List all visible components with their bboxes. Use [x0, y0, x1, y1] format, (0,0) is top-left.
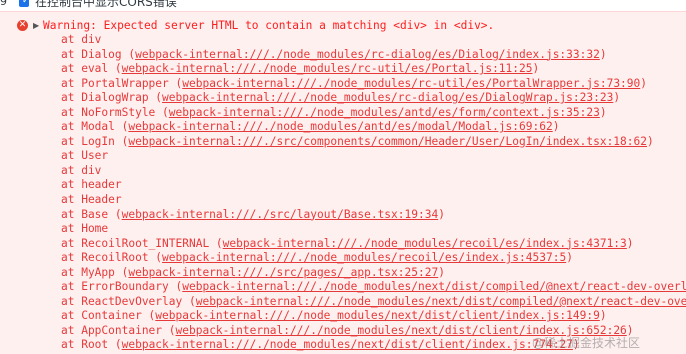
checkmark-icon: ✓	[22, 0, 30, 6]
stack-frame: at div	[61, 33, 686, 48]
source-link[interactable]: webpack-internal:///./node_modules/rc-di…	[135, 48, 600, 61]
close-paren: )	[647, 134, 654, 148]
console-error-message: ✕ ▶ Warning: Expected server HTML to con…	[0, 11, 686, 354]
stack-frame-function: at DialogWrap (	[61, 91, 163, 105]
stack-frame-function: at ErrorBoundary (	[61, 280, 183, 294]
stack-frame-function: at header	[61, 178, 122, 192]
stack-frame: at User	[61, 149, 686, 164]
stack-frame: at Header	[61, 193, 686, 208]
stack-frame: at PortalWrapper (webpack-internal:///./…	[61, 77, 686, 92]
stack-frame-function: at Header	[61, 193, 122, 207]
stack-frame-function: at AppContainer (	[61, 323, 176, 337]
stack-frame-function: at LogIn (	[61, 134, 129, 148]
stack-frame-function: at Modal (	[61, 120, 129, 134]
stack-frame-function: at PortalWrapper (	[61, 76, 183, 90]
source-link[interactable]: webpack-internal:///./src/layout/Base.ts…	[122, 208, 439, 221]
stack-frame: at DialogWrap (webpack-internal:///./nod…	[61, 91, 686, 106]
stack-frame-function: at div	[61, 33, 102, 46]
stack-frame: at NoFormStyle (webpack-internal:///./no…	[61, 106, 686, 121]
stack-frame: at ReactDevOverlay (webpack-internal:///…	[61, 295, 686, 310]
close-paren: )	[566, 251, 573, 265]
stack-frame: at LogIn (webpack-internal:///./src/comp…	[61, 135, 686, 150]
source-link[interactable]: webpack-internal:///./node_modules/recoi…	[223, 237, 627, 250]
stack-frame-function: at Dialog (	[61, 47, 136, 61]
close-paren: )	[613, 91, 621, 105]
stack-frame-function: at MyApp (	[61, 265, 129, 279]
stack-frame: at Modal (webpack-internal:///./node_mod…	[61, 120, 686, 135]
stack-frame-function: at NoFormStyle (	[61, 105, 169, 119]
error-message-text: Warning: Expected server HTML to contain…	[43, 19, 495, 32]
stack-trace: at div at Dialog (webpack-internal:///./n…	[61, 33, 686, 353]
stack-frame-function: at ReactDevOverlay (	[61, 294, 196, 308]
close-paren: )	[599, 105, 607, 119]
source-link[interactable]: webpack-internal:///./node_modules/next/…	[122, 338, 573, 351]
stack-frame: at Dialog (webpack-internal:///./node_mo…	[61, 48, 686, 63]
source-link[interactable]: webpack-internal:///./node_modules/next/…	[196, 295, 686, 308]
stack-frame-function: at eval (	[61, 62, 122, 76]
source-link[interactable]: webpack-internal:///./node_modules/antd/…	[169, 106, 600, 119]
stack-frame-function: at Root (	[61, 338, 122, 352]
source-link[interactable]: webpack-internal:///./node_modules/next/…	[155, 309, 600, 322]
source-link[interactable]: webpack-internal:///./src/components/com…	[128, 135, 647, 148]
stack-frame-function: at User	[61, 149, 109, 163]
error-icon: ✕	[17, 20, 28, 31]
stack-frame-function: at Home	[61, 222, 109, 236]
close-paren: )	[640, 76, 648, 90]
cors-errors-label[interactable]: 在控制台中显示CORS错误	[35, 0, 177, 10]
stack-frame-function: at div	[61, 163, 102, 177]
stack-frame: at Container (webpack-internal:///./node…	[61, 309, 686, 324]
stack-frame: at Home	[61, 222, 686, 237]
source-link[interactable]: webpack-internal:///./node_modules/next/…	[182, 280, 686, 293]
stack-frame: at header	[61, 178, 686, 193]
stack-frame-function: at Container (	[61, 309, 156, 323]
source-link[interactable]: webpack-internal:///./node_modules/recoi…	[162, 251, 566, 264]
close-paren: )	[626, 236, 634, 250]
close-paren: )	[532, 62, 540, 76]
expand-triangle-icon[interactable]: ▶	[33, 20, 39, 32]
close-paren: )	[438, 207, 445, 221]
source-link[interactable]: webpack-internal:///./node_modules/antd/…	[128, 120, 552, 133]
close-paren: )	[599, 47, 607, 61]
stack-frame: at RecoilRoot_INTERNAL (webpack-internal…	[61, 237, 686, 252]
source-link[interactable]: webpack-internal:///./node_modules/rc-ut…	[122, 62, 533, 75]
stack-frame: at div	[61, 164, 686, 179]
stack-frame-function: at RecoilRoot (	[61, 251, 163, 265]
settings-edge-text: 9	[0, 0, 7, 8]
stack-frame: at eval (webpack-internal:///./node_modu…	[61, 62, 686, 77]
source-link[interactable]: webpack-internal:///./src/pages/_app.tsx…	[128, 266, 438, 279]
source-link[interactable]: webpack-internal:///./node_modules/rc-di…	[162, 91, 613, 104]
stack-frame: at RecoilRoot (webpack-internal:///./nod…	[61, 251, 686, 266]
close-paren: )	[552, 120, 560, 134]
stack-frame: at ErrorBoundary (webpack-internal:///./…	[61, 280, 686, 295]
close-paren: )	[599, 309, 607, 323]
source-link[interactable]: webpack-internal:///./node_modules/rc-ut…	[182, 77, 640, 90]
watermark: @稀土掘金技术社区	[532, 336, 641, 350]
stack-frame: at Base (webpack-internal:///./src/layou…	[61, 208, 686, 223]
console-settings-bar: 9 ✓ 在控制台中显示CORS错误	[0, 0, 686, 11]
stack-frame-function: at Base (	[61, 207, 122, 221]
stack-frame-function: at RecoilRoot_INTERNAL (	[61, 236, 223, 250]
stack-frame: at MyApp (webpack-internal:///./src/page…	[61, 266, 686, 281]
close-paren: )	[438, 265, 445, 279]
